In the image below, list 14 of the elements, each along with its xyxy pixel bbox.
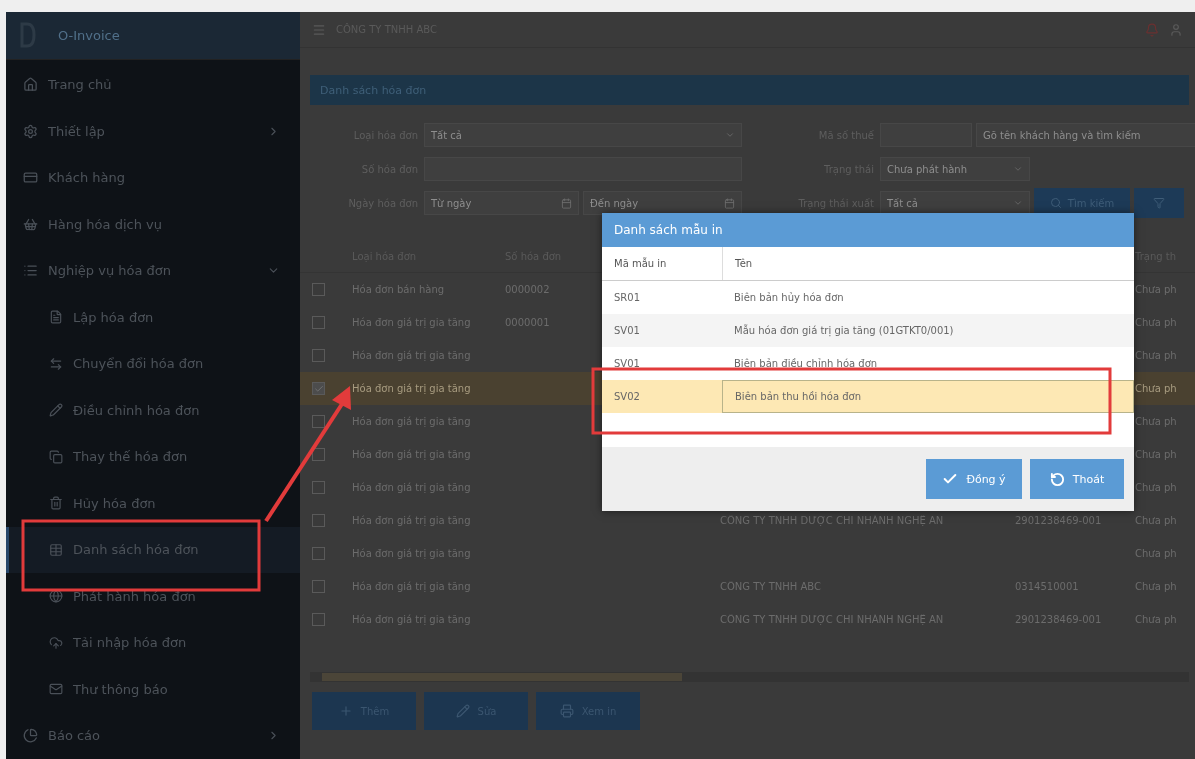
table-cell-text: Chưa ph — [1135, 383, 1178, 394]
table-cell-text: Mẫu hóa đơn giá trị gia tăng (01GTKT0/001) — [733, 323, 955, 338]
table-cell-text: Biên bản hủy hóa đơn — [733, 291, 845, 305]
dialog-title: Danh sách mẫu in — [602, 213, 1134, 247]
app-name: O-Invoice — [58, 27, 120, 43]
table-cell-text: SV01 — [613, 324, 641, 338]
table-cell-text: Biên bản điều chỉnh hóa đơn — [733, 357, 879, 371]
table-cell-text: SV02 — [613, 390, 641, 404]
table-cell: Biên bản thu hồi hóa đơn — [722, 380, 1134, 413]
table-cell-text: SR01 — [613, 291, 642, 305]
column-header: Tên — [722, 247, 1134, 280]
table-cell-text: SV01 — [613, 357, 641, 371]
column-header: Mã mẫu in — [613, 256, 668, 271]
table-cell-text: Hóa đơn giá trị gia tăng — [352, 383, 472, 394]
